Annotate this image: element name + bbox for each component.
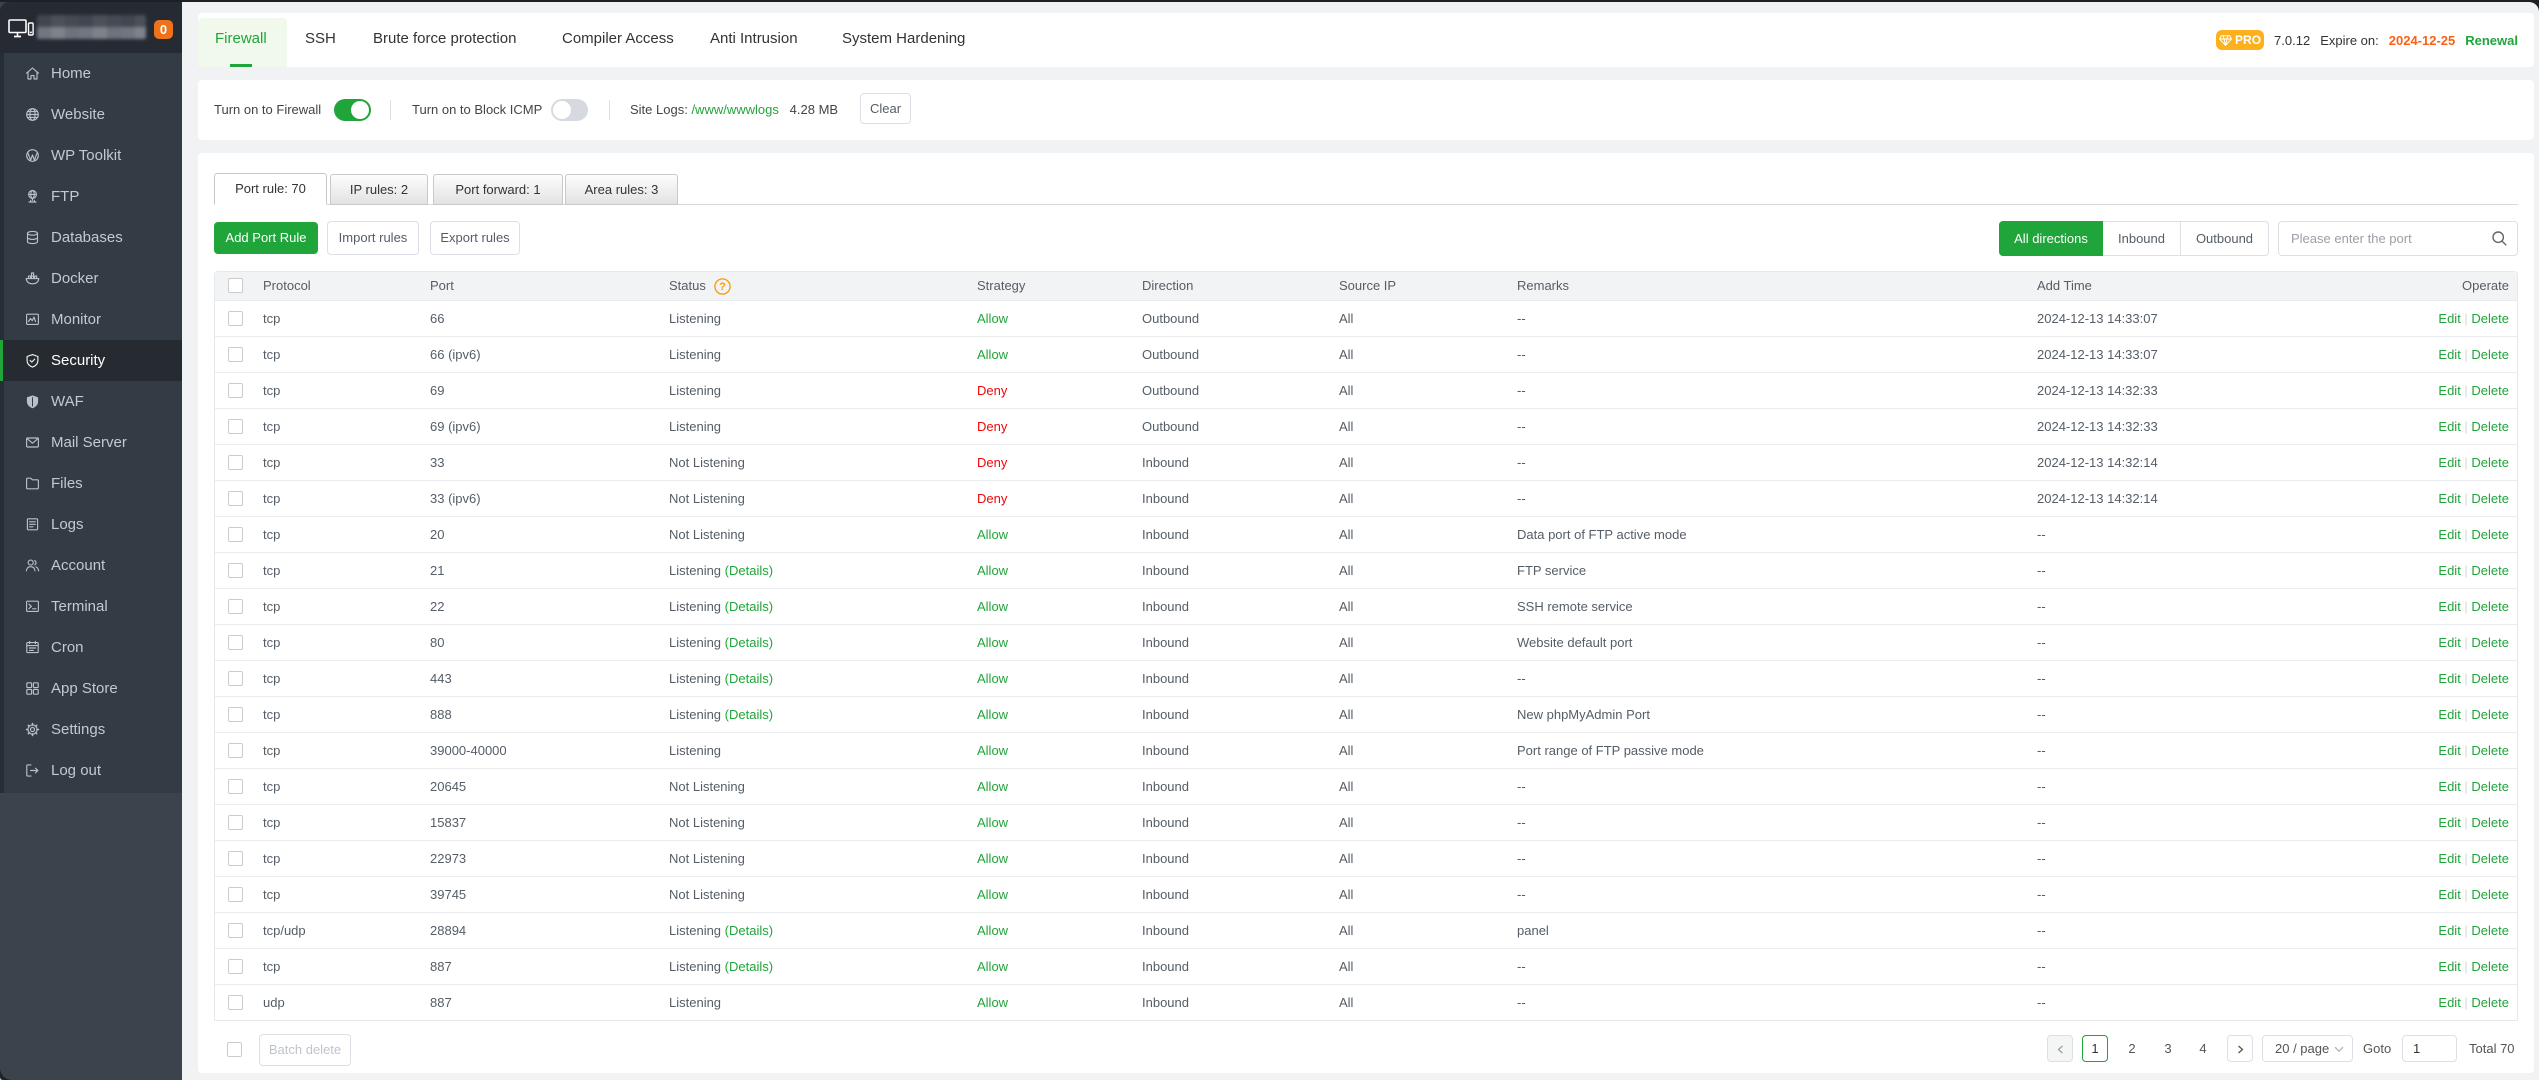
svg-text:?: ? [719,281,726,293]
